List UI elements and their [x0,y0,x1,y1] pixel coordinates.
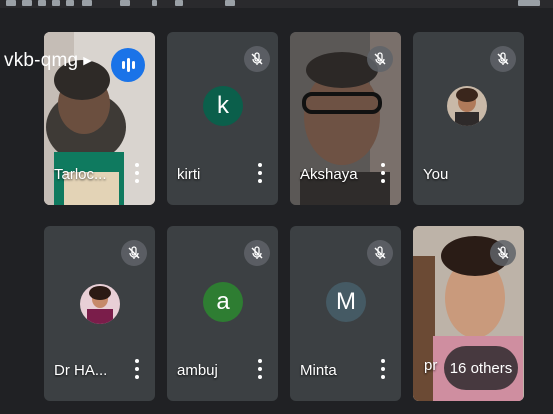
participant-tile[interactable]: Dr HA... [44,226,155,401]
participant-tile[interactable]: M Minta [290,226,401,401]
avatar: k [203,86,243,126]
status-icon [38,0,46,6]
mic-off-icon [367,240,393,266]
status-icon [22,0,32,6]
participant-tile[interactable]: a ambuj [167,226,278,401]
chevron-right-icon: ▶ [83,55,92,68]
avatar: a [203,282,243,322]
more-options-icon[interactable] [257,163,263,183]
more-options-icon[interactable] [380,163,386,183]
status-icon [175,0,183,6]
status-icon [225,0,235,6]
avatar: M [326,282,366,322]
status-bar [0,0,553,8]
status-icon [66,0,74,6]
status-icon [6,0,16,6]
participant-name: Tarloc... [54,166,107,183]
status-icon [120,0,130,6]
status-icon [52,0,60,6]
mic-off-icon [244,46,270,72]
participant-name: pr [424,357,438,374]
mic-off-icon [490,240,516,266]
more-options-icon[interactable] [134,163,140,183]
participant-tile[interactable]: You [413,32,524,205]
mic-off-icon [244,240,270,266]
mic-off-icon [367,46,393,72]
participant-name: kirti [177,166,201,183]
participant-name: You [423,166,449,183]
participant-tile[interactable]: Akshaya [290,32,401,205]
mic-off-icon [490,46,516,72]
meeting-code[interactable]: vkb-qmg ▶ [4,50,92,72]
speaking-indicator [111,48,145,82]
status-icon [518,0,540,6]
others-button[interactable]: 16 others [444,346,518,390]
mic-off-icon [121,240,147,266]
participant-tile[interactable]: k kirti [167,32,278,205]
participant-name: ambuj [177,362,218,379]
status-icon [82,0,92,6]
participant-name: Minta [300,362,337,379]
avatar [80,284,120,324]
more-options-icon[interactable] [257,359,263,379]
status-icon [152,0,157,6]
avatar [447,86,487,126]
more-options-icon[interactable] [380,359,386,379]
participant-name: Akshaya [300,166,358,183]
participant-name: Dr HA... [54,362,108,379]
meeting-code-text: vkb-qmg [4,50,79,71]
more-options-icon[interactable] [134,359,140,379]
